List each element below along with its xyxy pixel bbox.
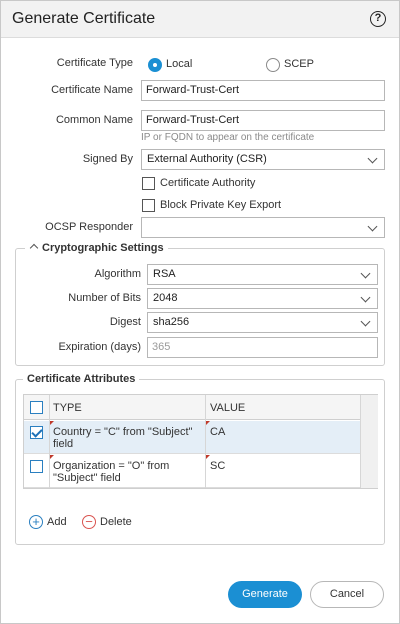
generate-certificate-dialog: Generate Certificate ? Certificate Type … [0, 0, 400, 624]
ocsp-responder-select[interactable] [141, 217, 385, 238]
certificate-authority-checkbox[interactable] [142, 177, 155, 190]
number-of-bits-label: Number of Bits [68, 292, 141, 304]
dialog-titlebar: Generate Certificate ? [1, 1, 399, 38]
block-private-key-label: Block Private Key Export [160, 199, 282, 211]
table-row[interactable]: Country = "C" from "Subject" field CA [24, 421, 377, 454]
radio-local[interactable] [148, 58, 162, 72]
table-row[interactable]: Organization = "O" from "Subject" field … [24, 455, 377, 488]
chevron-down-icon [360, 316, 371, 327]
table-scrollbar[interactable] [360, 395, 378, 488]
digest-value: sha256 [153, 316, 190, 328]
generate-button[interactable]: Generate [228, 581, 302, 608]
delete-button[interactable]: Delete [100, 516, 132, 528]
cryptographic-settings-title: Cryptographic Settings [42, 242, 164, 254]
digest-label: Digest [109, 316, 141, 328]
algorithm-label: Algorithm [94, 268, 141, 280]
digest-select[interactable]: sha256 [147, 312, 378, 333]
row-type-line2: field [53, 438, 74, 450]
number-of-bits-value: 2048 [153, 292, 178, 304]
block-private-key-checkbox[interactable] [142, 199, 155, 212]
table-header: TYPE VALUE [24, 395, 377, 420]
row-type-line1: Organization = "O" from [53, 460, 170, 472]
common-name-label: Common Name [55, 114, 133, 126]
algorithm-select[interactable]: RSA [147, 264, 378, 285]
certificate-attributes-title: Certificate Attributes [23, 373, 140, 385]
signed-by-label: Signed By [82, 153, 133, 165]
cancel-button[interactable]: Cancel [310, 581, 384, 608]
help-icon[interactable]: ? [370, 11, 386, 27]
select-all-checkbox[interactable] [30, 401, 43, 414]
cryptographic-settings-header[interactable]: Cryptographic Settings [25, 242, 168, 254]
algorithm-value: RSA [153, 268, 176, 280]
column-divider [205, 395, 206, 488]
row-value: SC [210, 460, 226, 472]
common-name-input[interactable]: Forward-Trust-Cert [141, 110, 385, 131]
chevron-down-icon [367, 221, 378, 232]
number-of-bits-select[interactable]: 2048 [147, 288, 378, 309]
row-type-line2: "Subject" field [53, 472, 121, 484]
column-header-type[interactable]: TYPE [53, 402, 82, 414]
radio-scep-label: SCEP [284, 58, 314, 70]
radio-scep[interactable] [266, 58, 280, 72]
expiration-label: Expiration (days) [58, 341, 141, 353]
certificate-type-label: Certificate Type [56, 57, 133, 69]
row-type-line1: Country = "C" from "Subject" [53, 426, 193, 438]
chevron-down-icon [360, 292, 371, 303]
ocsp-responder-label: OCSP Responder [45, 221, 133, 233]
attributes-table: TYPE VALUE Country = "C" from "Subject" … [23, 394, 378, 489]
signed-by-value: External Authority (CSR) [147, 153, 267, 165]
delete-icon[interactable]: − [82, 515, 96, 529]
chevron-down-icon [360, 268, 371, 279]
common-name-hint: IP or FQDN to appear on the certificate [141, 132, 315, 143]
add-icon[interactable]: + [29, 515, 43, 529]
certificate-name-label: Certificate Name [51, 84, 133, 96]
add-button[interactable]: Add [47, 516, 67, 528]
certificate-name-input[interactable]: Forward-Trust-Cert [141, 80, 385, 101]
certificate-authority-label: Certificate Authority [160, 177, 256, 189]
column-divider [49, 395, 50, 488]
expiration-input[interactable]: 365 [147, 337, 378, 358]
row-checkbox[interactable] [30, 426, 43, 439]
dialog-title: Generate Certificate [12, 10, 156, 27]
signed-by-select[interactable]: External Authority (CSR) [141, 149, 385, 170]
column-header-value[interactable]: VALUE [210, 402, 245, 414]
row-value: CA [210, 426, 226, 438]
chevron-up-icon [29, 243, 39, 253]
row-checkbox[interactable] [30, 460, 43, 473]
radio-local-label: Local [166, 58, 193, 70]
chevron-down-icon [367, 153, 378, 164]
